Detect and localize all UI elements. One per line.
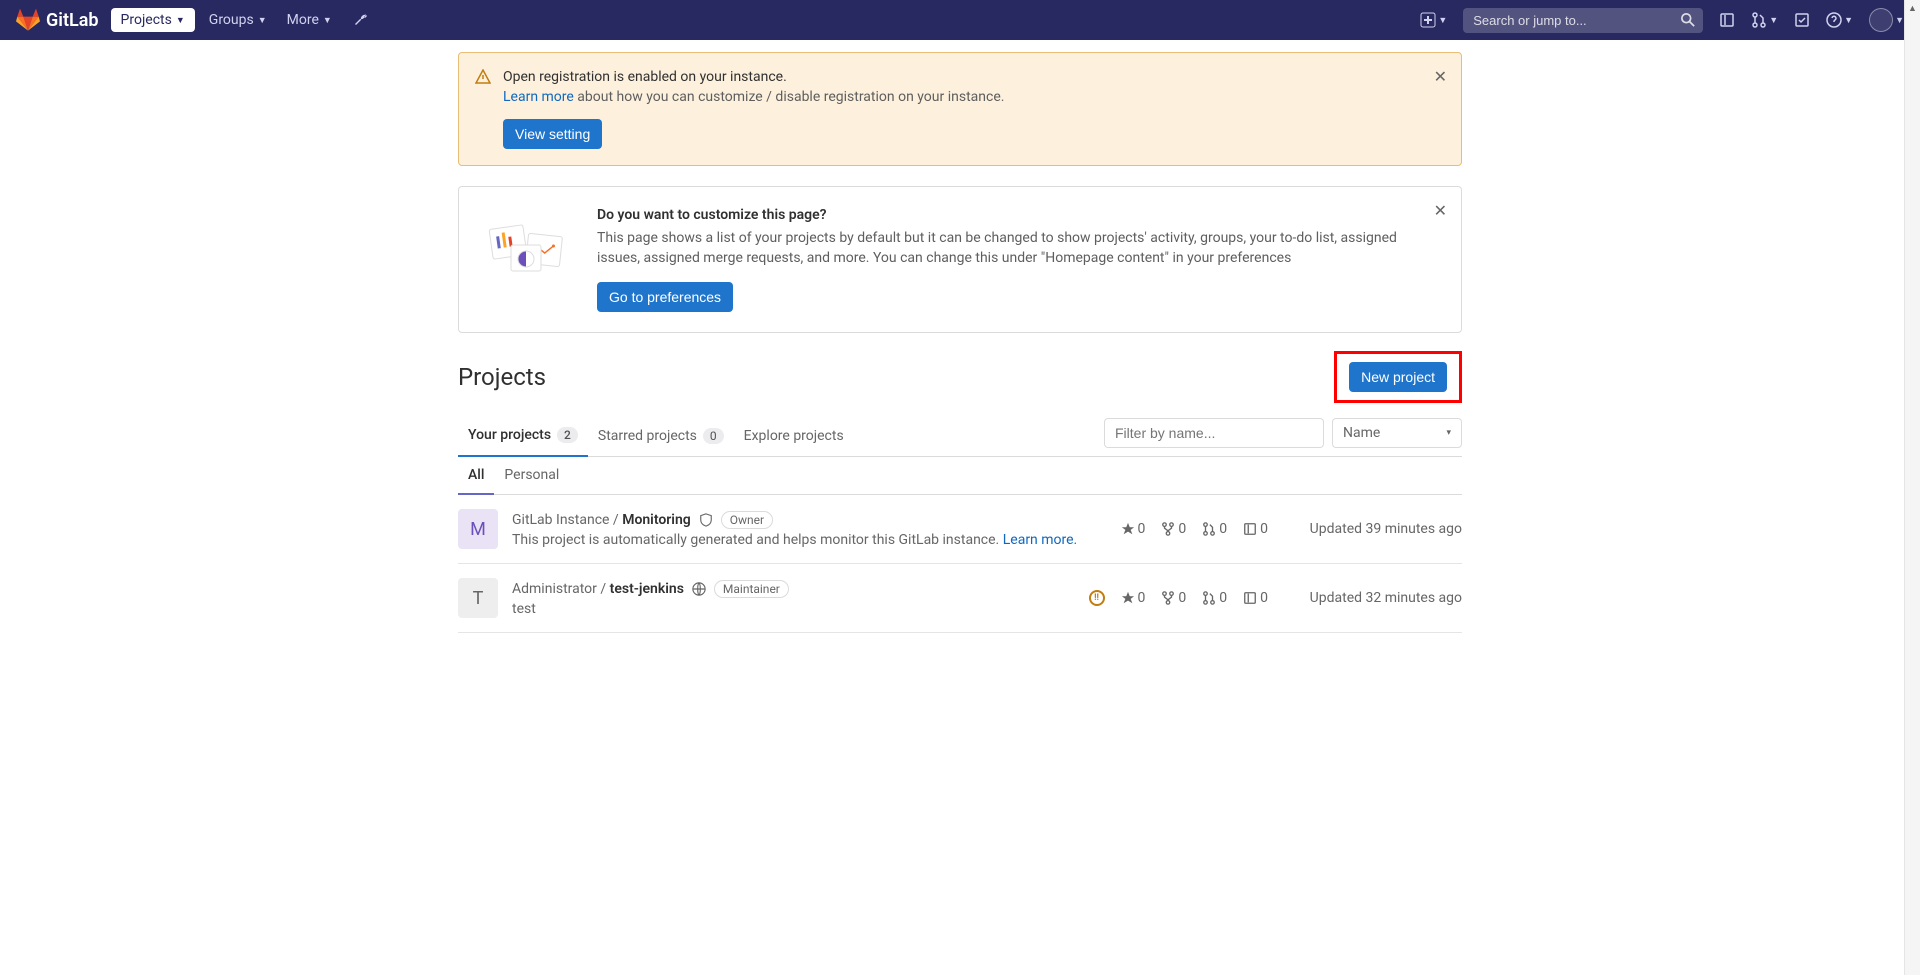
- star-icon: [1121, 522, 1135, 536]
- todos-icon[interactable]: [1794, 12, 1810, 28]
- banner-description: This page shows a list of your projects …: [597, 229, 1437, 268]
- stars-stat[interactable]: 0: [1121, 521, 1146, 537]
- highlight-annotation: New project: [1334, 351, 1462, 403]
- tab-starred-projects[interactable]: Starred projects 0: [588, 416, 734, 456]
- search-input[interactable]: [1463, 8, 1703, 33]
- brand-text: GitLab: [46, 10, 99, 31]
- tab-explore-projects[interactable]: Explore projects: [734, 416, 854, 456]
- search-icon: [1681, 13, 1695, 27]
- view-setting-button[interactable]: View setting: [503, 119, 602, 149]
- learn-more-link[interactable]: Learn more.: [1003, 532, 1078, 548]
- top-navbar: GitLab Projects ▼ Groups ▼ More ▼ ▼ ▼: [0, 0, 1920, 40]
- project-tabs: Your projects 2 Starred projects 0 Explo…: [458, 415, 1462, 457]
- chevron-down-icon: ▾: [1446, 428, 1451, 438]
- banner-title: Do you want to customize this page?: [597, 207, 1437, 223]
- stars-stat[interactable]: 0: [1121, 590, 1146, 606]
- scroll-up-icon[interactable]: ▲: [1905, 0, 1920, 16]
- chevron-down-icon: ▼: [176, 15, 185, 26]
- nav-more[interactable]: More ▼: [277, 8, 342, 32]
- issues-icon[interactable]: [1719, 12, 1735, 28]
- gitlab-logo[interactable]: GitLab: [16, 8, 99, 32]
- project-row: M GitLab Instance / Monitoring Owner This p…: [458, 495, 1462, 564]
- chevron-down-icon: ▼: [258, 15, 267, 26]
- sub-tab-personal[interactable]: Personal: [494, 457, 569, 494]
- forks-stat[interactable]: 0: [1161, 521, 1186, 537]
- star-icon: [1121, 591, 1135, 605]
- project-row: T Administrator / test-jenkins Maintainer t…: [458, 564, 1462, 633]
- chevron-down-icon: ▼: [1895, 15, 1904, 26]
- registration-alert: Open registration is enabled on your ins…: [458, 52, 1462, 166]
- project-sub-tabs: All Personal: [458, 457, 1462, 495]
- user-menu[interactable]: ▼: [1869, 8, 1904, 32]
- project-avatar[interactable]: M: [458, 509, 498, 549]
- pipeline-status-icon[interactable]: !!: [1089, 590, 1105, 606]
- role-badge: Maintainer: [714, 580, 789, 598]
- count-badge: 0: [703, 428, 724, 444]
- tab-your-projects[interactable]: Your projects 2: [458, 415, 588, 457]
- mrs-stat[interactable]: 0: [1202, 590, 1227, 606]
- plus-square-icon: [1420, 12, 1436, 28]
- page-header: Projects New project: [458, 351, 1462, 403]
- alert-learn-more-link[interactable]: Learn more: [503, 89, 574, 105]
- close-icon[interactable]: ✕: [1434, 201, 1447, 220]
- chevron-down-icon: ▼: [1844, 15, 1853, 26]
- project-stats: 0000: [1121, 521, 1269, 537]
- tanuki-icon: [16, 8, 40, 32]
- project-avatar[interactable]: T: [458, 578, 498, 618]
- page-title: Projects: [458, 363, 546, 391]
- alert-title: Open registration is enabled on your ins…: [503, 69, 1445, 85]
- chevron-down-icon: ▼: [323, 15, 332, 26]
- project-description: test: [512, 601, 1075, 617]
- chevron-down-icon: ▼: [1438, 15, 1447, 26]
- search-container: [1463, 8, 1703, 33]
- merge-request-icon: [1202, 591, 1216, 605]
- merge-requests-icon[interactable]: ▼: [1751, 12, 1778, 28]
- visibility-icon: [692, 582, 706, 596]
- project-link[interactable]: GitLab Instance / Monitoring: [512, 512, 691, 528]
- issues-stat[interactable]: 0: [1243, 590, 1268, 606]
- role-badge: Owner: [721, 511, 773, 529]
- issues-stat[interactable]: 0: [1243, 521, 1268, 537]
- customize-banner: Do you want to customize this page? This…: [458, 186, 1462, 333]
- close-icon[interactable]: ✕: [1434, 67, 1447, 86]
- forks-stat[interactable]: 0: [1161, 590, 1186, 606]
- sub-tab-all[interactable]: All: [458, 457, 494, 495]
- fork-icon: [1161, 522, 1175, 536]
- nav-projects[interactable]: Projects ▼: [111, 8, 195, 32]
- issues-icon: [1243, 522, 1257, 536]
- updated-time: Updated 32 minutes ago: [1282, 590, 1462, 606]
- help-icon[interactable]: ▼: [1826, 12, 1853, 28]
- globe-icon: [692, 582, 706, 596]
- updated-time: Updated 39 minutes ago: [1282, 521, 1462, 537]
- project-list: M GitLab Instance / Monitoring Owner This p…: [458, 495, 1462, 633]
- issues-icon: [1243, 591, 1257, 605]
- new-project-button[interactable]: New project: [1349, 362, 1447, 392]
- fork-icon: [1161, 591, 1175, 605]
- scrollbar[interactable]: ▲: [1904, 0, 1920, 975]
- visibility-icon: [699, 513, 713, 527]
- admin-wrench-icon[interactable]: [342, 8, 378, 32]
- warning-icon: [475, 69, 491, 149]
- go-to-preferences-button[interactable]: Go to preferences: [597, 282, 733, 312]
- avatar: [1869, 8, 1893, 32]
- banner-illustration: [483, 207, 573, 277]
- filter-input[interactable]: [1104, 418, 1324, 448]
- sort-dropdown[interactable]: Name ▾: [1332, 418, 1462, 448]
- alert-description: Learn more about how you can customize /…: [503, 89, 1445, 105]
- mrs-stat[interactable]: 0: [1202, 521, 1227, 537]
- project-stats: !!0000: [1089, 590, 1269, 606]
- shield-icon: [699, 513, 713, 527]
- nav-groups[interactable]: Groups ▼: [199, 8, 277, 32]
- chevron-down-icon: ▼: [1769, 15, 1778, 26]
- merge-request-icon: [1202, 522, 1216, 536]
- project-description: This project is automatically generated …: [512, 532, 1107, 548]
- project-link[interactable]: Administrator / test-jenkins: [512, 581, 684, 597]
- count-badge: 2: [557, 427, 578, 443]
- nav-plus[interactable]: ▼: [1420, 12, 1447, 28]
